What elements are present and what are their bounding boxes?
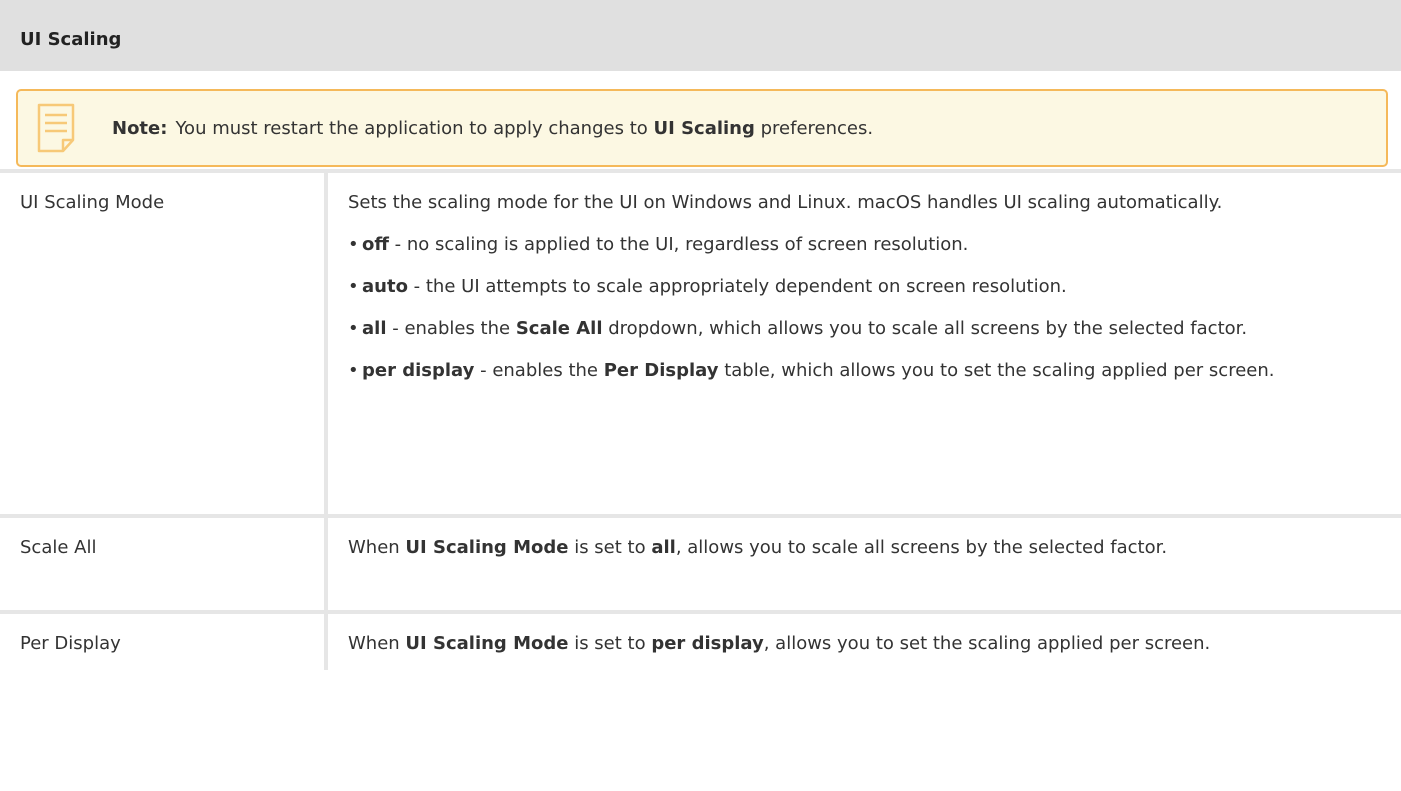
row-ui-scaling-mode: UI Scaling Mode Sets the scaling mode fo… [0,173,1401,518]
option-text: - the UI attempts to scale appropriately… [407,276,1067,297]
option-key: off [362,234,389,255]
option-text: - no scaling is applied to the UI, regar… [388,234,969,255]
row-per-display: Per Display When UI Scaling Mode is set … [0,614,1401,670]
option-item-all: all - enables the Scale All dropdown, wh… [348,311,1391,347]
option-key: per display [362,360,475,381]
note-icon [37,103,75,153]
note-callout: Note: You must restart the application to… [16,89,1388,167]
option-key: all [362,318,387,339]
note-text-after: preferences. [754,117,874,139]
row-description: When UI Scaling Mode is set to per displ… [328,614,1401,670]
option-bold: Scale All [515,318,603,339]
option-list: off - no scaling is applied to the UI, r… [348,227,1391,389]
option-item-auto: auto - the UI attempts to scale appropri… [348,269,1391,305]
note-row: Note: You must restart the application to… [0,73,1401,173]
note-label: Note: [112,117,168,139]
option-item-per-display: per display - enables the Per Display ta… [348,353,1391,389]
note-text-before: You must restart the application to appl… [175,117,654,139]
note-text-bold: UI Scaling [653,117,755,139]
row-description: When UI Scaling Mode is set to all, allo… [328,518,1401,610]
row-name: Scale All [0,518,328,610]
option-text: - enables the [474,360,604,381]
row-description: Sets the scaling mode for the UI on Wind… [328,173,1401,514]
option-text: - enables the [386,318,516,339]
desc-text: , allows you to set the scaling applied … [763,633,1211,654]
row-name: Per Display [0,614,328,670]
desc-bold: per display [651,633,764,654]
option-item-off: off - no scaling is applied to the UI, r… [348,227,1391,263]
desc-text: When [348,537,406,558]
preferences-table: UI Scaling Note: You must restart the app… [0,0,1401,670]
desc-text: is set to [568,537,652,558]
desc-text: , allows you to scale all screens by the… [675,537,1168,558]
desc-bold: UI Scaling Mode [405,633,569,654]
option-key: auto [362,276,408,297]
option-bold: Per Display [603,360,719,381]
option-text: dropdown, which allows you to scale all … [602,318,1248,339]
note-text: Note: You must restart the application to… [112,118,873,139]
row-intro: Sets the scaling mode for the UI on Wind… [348,192,1223,213]
row-scale-all: Scale All When UI Scaling Mode is set to… [0,518,1401,614]
desc-bold: UI Scaling Mode [405,537,569,558]
desc-text: is set to [568,633,652,654]
option-text: table, which allows you to set the scali… [718,360,1275,381]
desc-bold: all [651,537,676,558]
desc-text: When [348,633,406,654]
section-title: UI Scaling [0,7,1401,73]
row-name: UI Scaling Mode [0,173,328,514]
